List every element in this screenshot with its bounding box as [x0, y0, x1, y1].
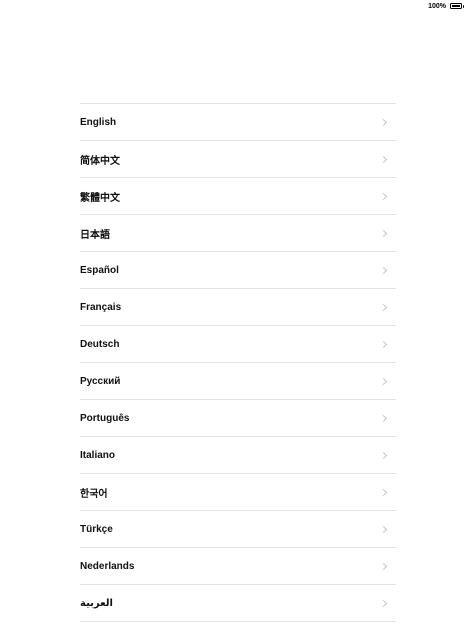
language-label: Español	[80, 264, 119, 276]
language-label: 한국어	[80, 488, 108, 500]
chevron-right-icon	[379, 451, 388, 459]
language-label: Português	[80, 412, 130, 424]
chevron-right-icon	[379, 155, 388, 163]
chevron-right-icon	[379, 414, 388, 422]
language-item-traditional-chinese[interactable]: 繁體中文	[80, 178, 396, 215]
language-label: العربية	[80, 597, 113, 609]
language-item-russian[interactable]: Русский	[80, 363, 396, 400]
language-item-simplified-chinese[interactable]: 简体中文	[80, 141, 396, 178]
battery-percentage: 100%	[428, 3, 446, 10]
language-label: 繁體中文	[80, 192, 120, 204]
status-bar: 100%	[0, 0, 468, 14]
chevron-right-icon	[379, 118, 388, 126]
language-label: 简体中文	[80, 155, 120, 167]
language-label: Deutsch	[80, 338, 120, 350]
chevron-right-icon	[379, 229, 388, 237]
language-label: Nederlands	[80, 560, 135, 572]
chevron-right-icon	[379, 192, 388, 200]
language-item-french[interactable]: Français	[80, 289, 396, 326]
language-label: 日本語	[80, 229, 110, 241]
language-label: Türkçe	[80, 523, 113, 535]
language-label: Italiano	[80, 449, 116, 461]
language-item-korean[interactable]: 한국어	[80, 474, 396, 511]
language-label: Русский	[80, 375, 121, 387]
chevron-right-icon	[379, 488, 388, 496]
language-item-spanish[interactable]: Español	[80, 252, 396, 289]
language-label: Français	[80, 301, 122, 313]
chevron-right-icon	[379, 303, 388, 311]
battery-nub	[462, 5, 464, 8]
chevron-right-icon	[379, 562, 388, 570]
battery-fill	[452, 5, 460, 7]
chevron-right-icon	[379, 525, 388, 533]
chevron-right-icon	[379, 599, 388, 607]
battery-icon	[450, 3, 462, 9]
language-item-dutch[interactable]: Nederlands	[80, 548, 396, 585]
chevron-right-icon	[379, 266, 388, 274]
language-item-arabic[interactable]: العربية	[80, 585, 396, 622]
language-item-german[interactable]: Deutsch	[80, 326, 396, 363]
chevron-right-icon	[379, 377, 388, 385]
language-item-japanese[interactable]: 日本語	[80, 215, 396, 252]
chevron-right-icon	[379, 340, 388, 348]
language-label: English	[80, 116, 117, 128]
language-item-turkish[interactable]: Türkçe	[80, 511, 396, 548]
language-list: English 简体中文 繁體中文 日本語 Español Français D…	[80, 103, 396, 622]
language-item-portuguese[interactable]: Português	[80, 400, 396, 437]
language-item-english[interactable]: English	[80, 104, 396, 141]
language-item-italian[interactable]: Italiano	[80, 437, 396, 474]
